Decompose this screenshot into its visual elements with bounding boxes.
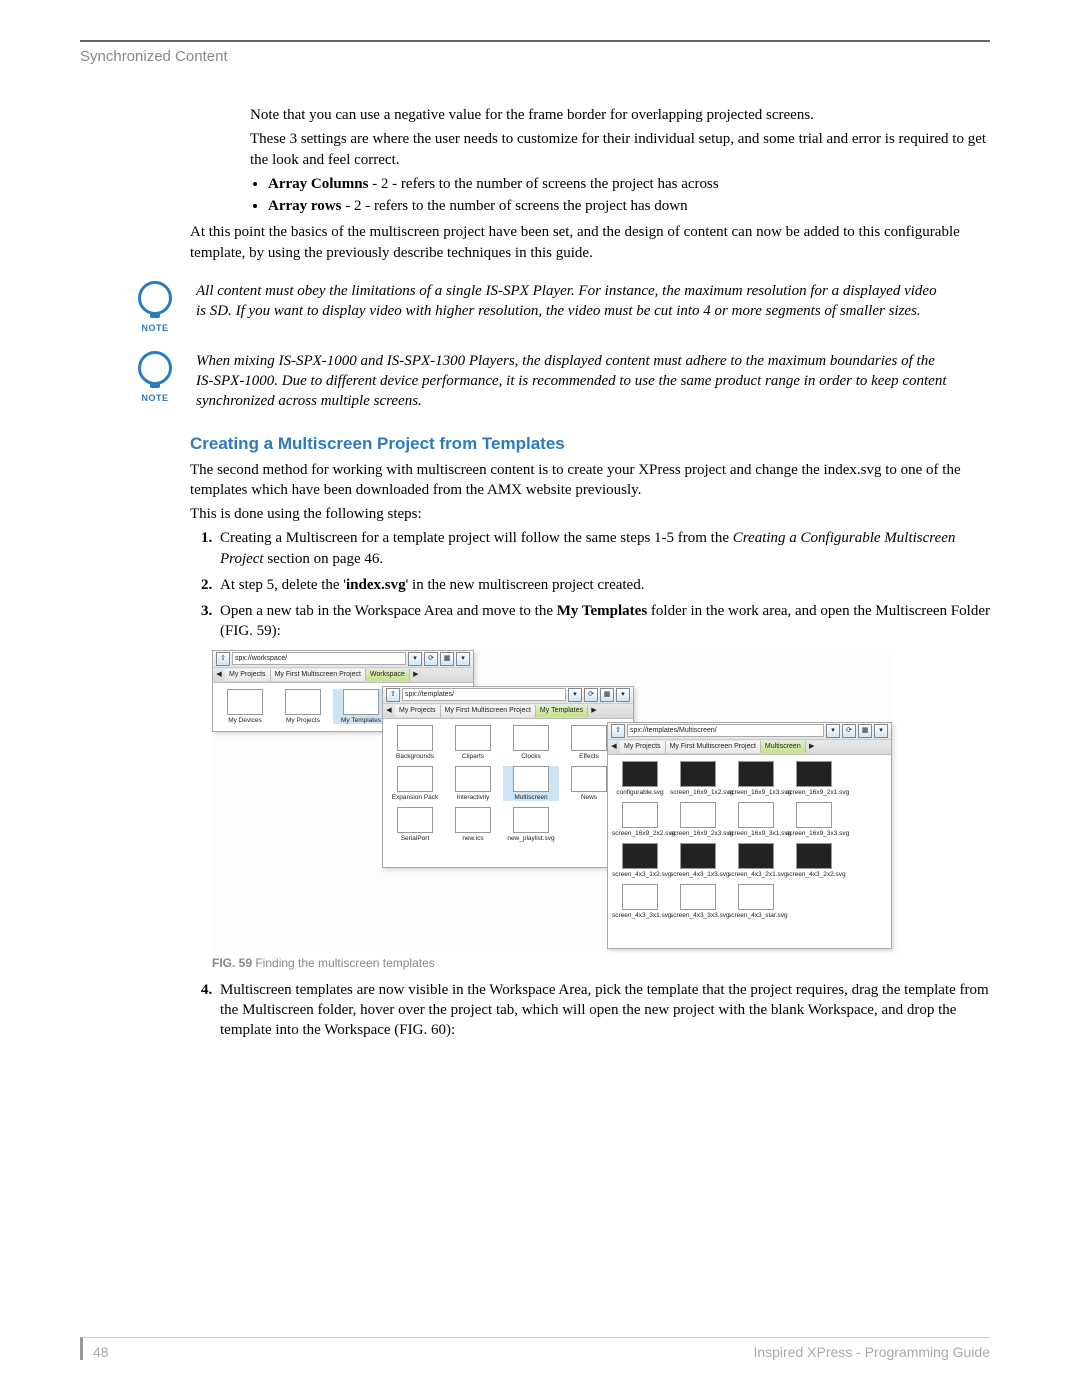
nav-right-icon[interactable]: ▶ [410,669,422,681]
nav-left-icon[interactable]: ◀ [608,741,620,753]
tab-my-first[interactable]: My First Multiscreen Project [271,669,366,681]
folder-item[interactable]: Expansion Pack [387,766,443,801]
refresh-icon[interactable]: ⟳ [842,724,856,738]
footer-title: Inspired XPress - Programming Guide [753,1344,990,1360]
view-icon[interactable]: ▾ [616,688,630,702]
running-header: Synchronized Content [80,48,990,65]
template-item[interactable]: screen_4x3_1x2.svg [612,843,668,878]
top-rule [80,40,990,42]
folder-item[interactable]: SerialPort [387,807,443,842]
folder-item[interactable]: Interactivity [445,766,501,801]
folder-icon[interactable]: ▦ [600,688,614,702]
template-item[interactable]: screen_4x3_3x3.svg [670,884,726,919]
nav-right-icon[interactable]: ▶ [588,705,600,717]
bullet-array-rows: Array rows - 2 - refers to the number of… [268,196,990,216]
step-3: Open a new tab in the Workspace Area and… [216,601,990,642]
template-item[interactable]: screen_16x9_2x2.svg [612,802,668,837]
address-input[interactable]: spx://templates/Multiscreen/ [627,724,824,737]
tab-my-first[interactable]: My First Multiscreen Project [441,705,536,717]
refresh-icon[interactable]: ⟳ [584,688,598,702]
folder-item[interactable]: Multiscreen [503,766,559,801]
up-icon[interactable]: ⇧ [611,724,625,738]
note-icon: NOTE [130,281,180,333]
intro-p1: Note that you can use a negative value f… [250,105,990,125]
template-item[interactable]: screen_4x3_2x1.svg [728,843,784,878]
address-input[interactable]: spx://templates/ [402,688,566,701]
template-item[interactable]: screen_16x9_1x2.svg [670,761,726,796]
folder-item[interactable]: new_playlist.svg [503,807,559,842]
folder-item[interactable]: Cliparts [445,725,501,760]
template-item[interactable]: screen_4x3_star.svg [728,884,784,919]
panel-multiscreen: ⇧ spx://templates/Multiscreen/ ▾ ⟳ ▦ ▾ ◀… [607,722,892,949]
page-number: 48 [93,1344,109,1360]
note-1: NOTE All content must obey the limitatio… [130,281,990,333]
lightbulb-icon [138,281,172,315]
section-p2: This is done using the following steps: [190,504,990,524]
up-icon[interactable]: ⇧ [216,652,230,666]
figure-59: ⇧ spx://workspace/ ▾ ⟳ ▦ ▾ ◀ My Projects… [212,650,892,950]
tab-multiscreen[interactable]: Multiscreen [761,741,806,753]
template-item[interactable]: screen_16x9_3x1.svg [728,802,784,837]
figure-caption: FIG. 59 Finding the multiscreen template… [212,956,990,970]
note-2-text: When mixing IS-SPX-1000 and IS-SPX-1300 … [196,351,990,412]
page-footer: 48 Inspired XPress - Programming Guide [80,1337,990,1360]
folder-item[interactable]: Clocks [503,725,559,760]
intro-p3: At this point the basics of the multiscr… [190,222,990,263]
nav-right-icon[interactable]: ▶ [806,741,818,753]
note-2: NOTE When mixing IS-SPX-1000 and IS-SPX-… [130,351,990,412]
tab-my-projects[interactable]: My Projects [620,741,666,753]
template-item[interactable]: screen_4x3_2x2.svg [786,843,842,878]
step-2: At step 5, delete the 'index.svg' in the… [216,575,990,595]
lightbulb-icon [138,351,172,385]
folder-item[interactable]: new.ics [445,807,501,842]
note-1-text: All content must obey the limitations of… [196,281,990,322]
dropdown-icon[interactable]: ▾ [826,724,840,738]
section-heading: Creating a Multiscreen Project from Temp… [190,434,990,454]
nav-left-icon[interactable]: ◀ [383,705,395,717]
note-icon: NOTE [130,351,180,403]
panel-templates: ⇧ spx://templates/ ▾ ⟳ ▦ ▾ ◀ My Projects… [382,686,634,868]
tab-workspace[interactable]: Workspace [366,669,410,681]
refresh-icon[interactable]: ⟳ [424,652,438,666]
dropdown-icon[interactable]: ▾ [568,688,582,702]
folder-item[interactable]: My Devices [217,689,273,724]
view-icon[interactable]: ▾ [456,652,470,666]
up-icon[interactable]: ⇧ [386,688,400,702]
view-icon[interactable]: ▾ [874,724,888,738]
folder-item[interactable]: My Projects [275,689,331,724]
template-item[interactable]: configurable.svg [612,761,668,796]
address-input[interactable]: spx://workspace/ [232,652,406,665]
template-item[interactable]: screen_4x3_1x3.svg [670,843,726,878]
section-p1: The second method for working with multi… [190,460,990,501]
tab-my-first[interactable]: My First Multiscreen Project [666,741,761,753]
template-item[interactable]: screen_4x3_3x1.svg [612,884,668,919]
step-4: Multiscreen templates are now visible in… [216,980,990,1041]
tab-my-projects[interactable]: My Projects [395,705,441,717]
step-1: Creating a Multiscreen for a template pr… [216,528,990,569]
intro-p2: These 3 settings are where the user need… [250,129,990,170]
folder-item[interactable]: My Templates [333,689,389,724]
nav-left-icon[interactable]: ◀ [213,669,225,681]
folder-item[interactable]: Backgrounds [387,725,443,760]
template-item[interactable]: screen_16x9_3x3.svg [786,802,842,837]
template-item[interactable]: screen_16x9_1x3.svg [728,761,784,796]
folder-icon[interactable]: ▦ [858,724,872,738]
dropdown-icon[interactable]: ▾ [408,652,422,666]
template-item[interactable]: screen_16x9_2x3.svg [670,802,726,837]
template-item[interactable]: screen_16x9_2x1.svg [786,761,842,796]
tab-my-projects[interactable]: My Projects [225,669,271,681]
folder-icon[interactable]: ▦ [440,652,454,666]
tab-my-templates[interactable]: My Templates [536,705,588,717]
bullet-array-columns: Array Columns - 2 - refers to the number… [268,174,990,194]
